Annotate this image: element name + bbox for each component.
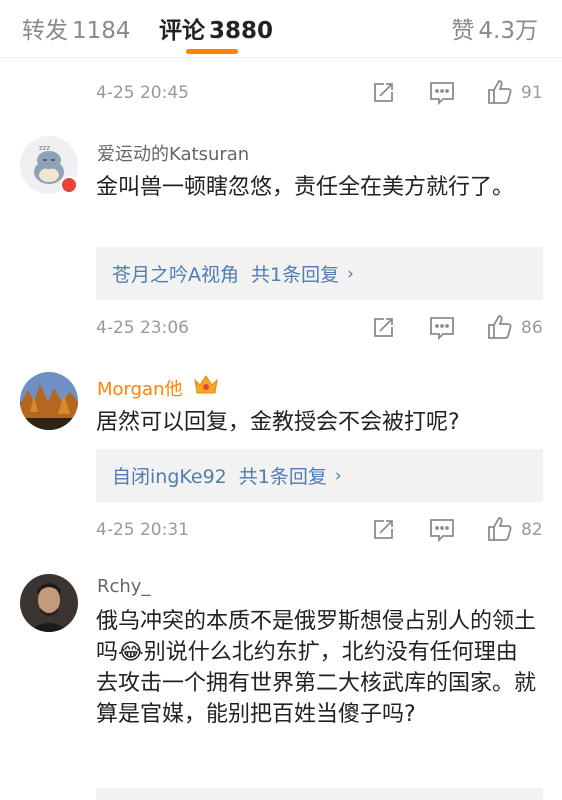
comment-text: 居然可以回复，金教授会不会被打呢? (96, 410, 460, 435)
chevron-right-icon: › (347, 263, 354, 284)
thumbs-up-icon[interactable] (486, 515, 514, 547)
reply-preview-user: 苍月之吟A视角 (112, 264, 239, 286)
thumbs-up-icon[interactable] (486, 313, 514, 345)
comment-action-row: 4-25 20:31 82 (0, 510, 562, 550)
tab-repost-label: 转发 (22, 18, 68, 44)
reply-preview-count: 共1条回复 (251, 264, 340, 286)
tab-bar: 转发 1184 评论 3880 赞 4.3万 (0, 0, 562, 58)
chevron-right-icon: › (334, 465, 342, 486)
comment-username[interactable]: Morgan他 (97, 375, 183, 401)
comment-action-row: 4-25 20:45 91 (0, 73, 562, 113)
reply-preview-count: 共1条回复 (238, 466, 327, 488)
tab-repost-count: 1184 (72, 18, 131, 44)
comment-action-row: 4-25 23:06 86 (0, 308, 562, 348)
active-tab-indicator (186, 49, 238, 54)
like-count: 86 (521, 318, 543, 338)
comment-username[interactable]: 爱运动的Katsuran (97, 140, 249, 166)
repost-icon[interactable] (371, 316, 395, 344)
comment-text-part: 别说什么北约东扩，北约没有任何理由去攻击一个拥有世界第二大核武库的国家。就算是官… (96, 640, 537, 727)
tab-comments-label: 评论 (159, 18, 205, 44)
crying-laughing-emoji: 😂 (118, 640, 144, 665)
tab-likes-label: 赞 (451, 18, 475, 44)
reply-preview[interactable]: 苍月之吟A视角 共1条回复 › (96, 247, 543, 300)
comment-text: 金叫兽一顿瞎忽悠，责任全在美方就行了。 (96, 175, 515, 200)
repost-icon[interactable] (371, 518, 395, 546)
repost-icon[interactable] (371, 81, 395, 109)
reply-preview[interactable] (96, 788, 543, 800)
crown-icon (193, 374, 219, 400)
avatar[interactable] (20, 574, 78, 632)
vip-badge-icon (60, 176, 78, 194)
svg-text:zzz: zzz (39, 144, 50, 152)
tab-repost[interactable]: 转发 1184 (22, 11, 131, 45)
comment-timestamp: 4-25 23:06 (96, 318, 189, 338)
comment-icon[interactable] (429, 316, 455, 344)
comment-timestamp: 4-25 20:31 (96, 520, 189, 540)
like-count: 91 (521, 83, 543, 103)
tab-comments[interactable]: 评论 3880 (159, 11, 273, 45)
reply-preview-user: 自闭ingKe92 (112, 466, 227, 488)
thumbs-up-icon[interactable] (486, 78, 514, 110)
comment-timestamp: 4-25 20:45 (96, 83, 189, 103)
comment-icon[interactable] (429, 81, 455, 109)
tab-likes-count: 4.3万 (478, 18, 538, 44)
comment-icon[interactable] (429, 518, 455, 546)
tab-comments-count: 3880 (209, 18, 274, 44)
comment-username[interactable]: Rchy_ (97, 576, 150, 597)
avatar[interactable] (20, 372, 78, 430)
reply-preview[interactable]: 自闭ingKe92 共1条回复 › (96, 449, 543, 502)
tab-likes[interactable]: 赞 4.3万 (451, 11, 538, 45)
like-count: 82 (521, 520, 543, 540)
comment-text: 俄乌冲突的本质不是俄罗斯想侵占别人的领土吗😂别说什么北约东扩，北约没有任何理由去… (96, 606, 536, 730)
